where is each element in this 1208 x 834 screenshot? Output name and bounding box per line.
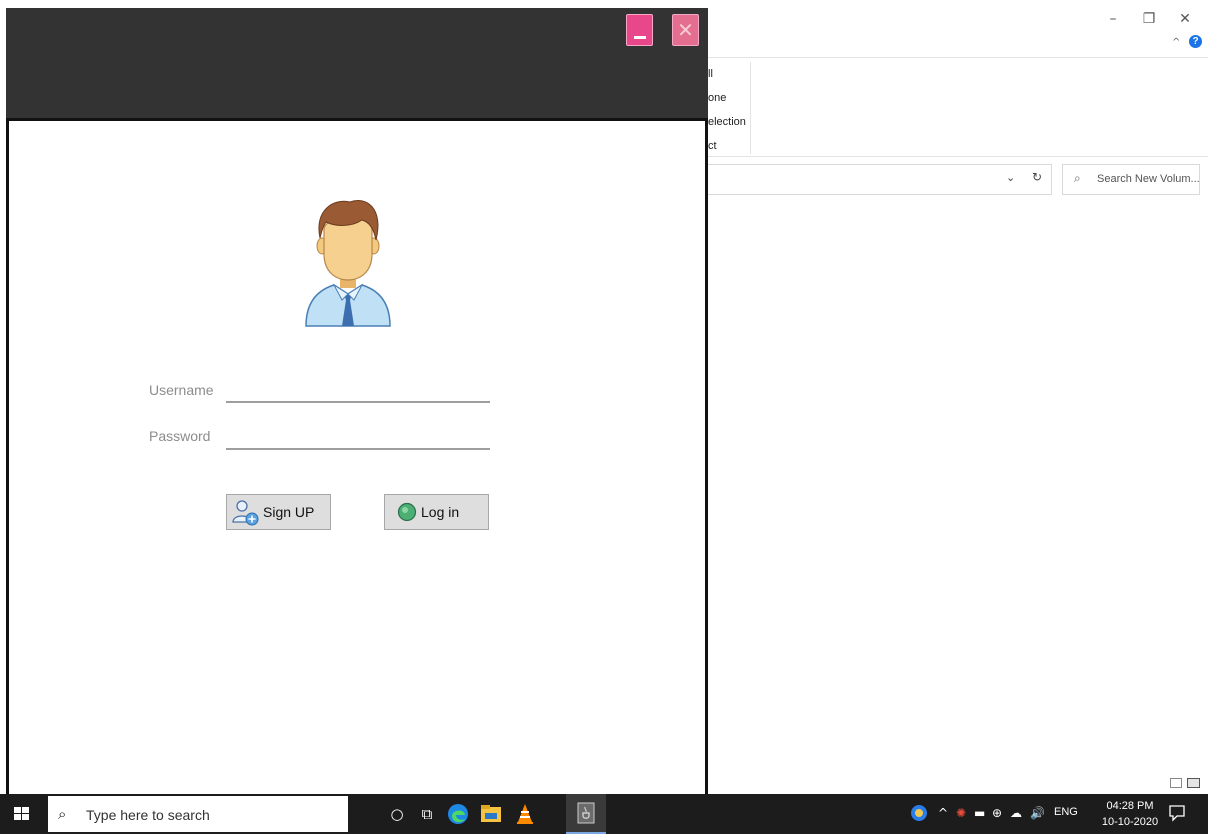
password-label: Password: [149, 428, 211, 444]
volume-icon[interactable]: 🔊: [1030, 806, 1045, 820]
refresh-icon[interactable]: ↻: [1032, 170, 1042, 184]
minimize-icon: [634, 36, 646, 39]
help-tray-icon[interactable]: [910, 804, 928, 825]
taskbar-search-placeholder: Type here to search: [86, 807, 210, 823]
add-user-icon: [232, 500, 259, 526]
username-input[interactable]: [226, 379, 490, 403]
explorer-search-placeholder: Search New Volum...: [1097, 173, 1200, 185]
windows-start-button[interactable]: [0, 794, 44, 834]
java-cup-icon: [577, 802, 595, 824]
search-icon: ⌕: [58, 805, 67, 823]
large-icons-view-icon[interactable]: [1187, 778, 1200, 788]
ribbon-select-all[interactable]: ll: [708, 68, 713, 80]
clock-date: 10-10-2020: [1101, 816, 1159, 828]
minimize-button[interactable]: [626, 14, 653, 46]
java-app-icon[interactable]: [566, 794, 606, 834]
chevron-down-icon[interactable]: ⌄: [1006, 171, 1015, 184]
search-icon: ⌕: [1074, 171, 1081, 185]
taskbar: ⌕ Type here to search ○ ⧉ ^ ✺ ▬ ⊕ ☁ 🔊 EN…: [0, 794, 1208, 834]
sign-up-button[interactable]: Sign UP: [226, 494, 331, 530]
taskbar-search-box[interactable]: ⌕ Type here to search: [48, 796, 348, 832]
sign-up-label: Sign UP: [263, 504, 315, 520]
traffic-cone-icon: [517, 804, 533, 824]
username-label: Username: [149, 382, 214, 398]
desktop: – ❐ ✕ ^ ? ll one election ct ⌄ ↻ ⌕ Searc…: [0, 0, 1208, 834]
details-view-icon[interactable]: [1170, 778, 1182, 788]
explorer-minimize-button[interactable]: –: [1098, 8, 1128, 30]
password-input[interactable]: [226, 426, 490, 450]
ribbon-select-item[interactable]: ct: [708, 140, 717, 152]
log-in-label: Log in: [421, 504, 460, 520]
login-globe-icon: [397, 502, 417, 522]
ribbon-select-none[interactable]: one: [708, 92, 726, 104]
explorer-ribbon: [706, 57, 1208, 157]
notification-center-icon[interactable]: [1168, 804, 1186, 822]
ribbon-collapse-icon[interactable]: ^: [1172, 37, 1180, 48]
clock[interactable]: 04:28 PM 10-10-2020: [1100, 798, 1160, 830]
language-indicator[interactable]: ENG: [1054, 806, 1078, 818]
show-hidden-icons-icon[interactable]: ^: [938, 806, 948, 820]
vlc-player-icon[interactable]: [505, 794, 545, 834]
ribbon-divider: [750, 62, 751, 154]
edge-logo-icon: [448, 804, 468, 824]
help-circle-icon: [911, 805, 927, 821]
folder-icon: [481, 805, 501, 822]
user-avatar-icon: [305, 200, 391, 327]
antivirus-icon[interactable]: ✺: [956, 806, 966, 820]
network-icon[interactable]: ⊕: [992, 806, 1002, 820]
ribbon-invert-selection[interactable]: election: [708, 116, 746, 128]
log-in-button[interactable]: Log in: [384, 494, 489, 530]
close-button[interactable]: ✕: [672, 14, 699, 46]
address-bar[interactable]: [706, 164, 1052, 195]
login-titlebar[interactable]: ✕: [6, 8, 708, 118]
battery-icon[interactable]: ▬: [974, 806, 985, 820]
explorer-close-button[interactable]: ✕: [1170, 8, 1200, 30]
explorer-maximize-button[interactable]: ❐: [1134, 8, 1164, 30]
clock-time: 04:28 PM: [1106, 800, 1154, 812]
onedrive-cloud-icon[interactable]: ☁: [1010, 806, 1022, 820]
help-icon[interactable]: ?: [1189, 35, 1202, 48]
windows-logo-icon: [14, 807, 29, 820]
